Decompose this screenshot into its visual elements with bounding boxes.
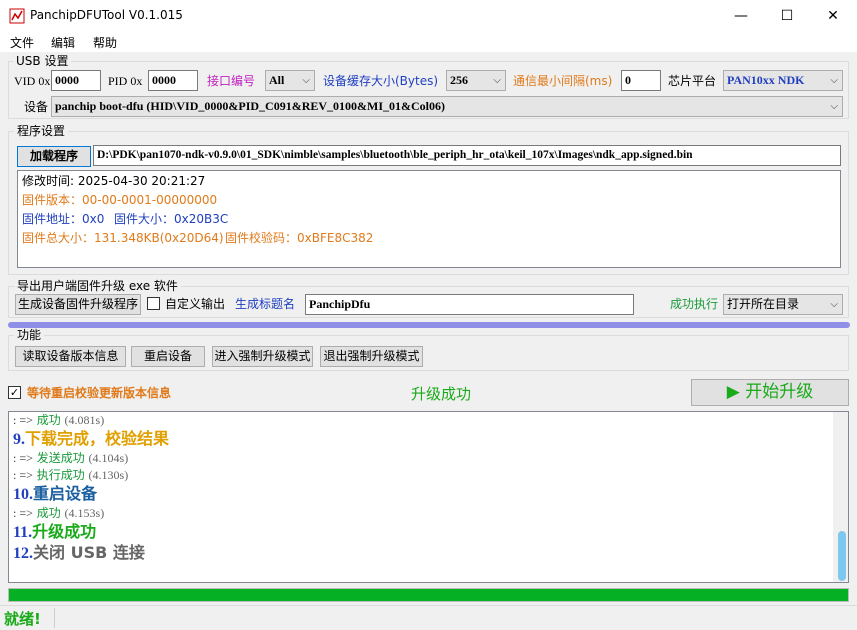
log-scrollbar[interactable]: [833, 412, 848, 582]
log-line: : => 执行成功 (4.130s): [13, 468, 129, 482]
log-line: : => 发送成功 (4.104s): [13, 451, 129, 465]
program-path-input[interactable]: D:\PDK\pan1070-ndk-v0.9.0\01_SDK\nimble\…: [93, 145, 841, 166]
chevron-down-icon: ⌵: [830, 75, 838, 86]
log-line: 9.下载完成，校验结果: [13, 429, 170, 448]
status-divider: [54, 608, 55, 628]
success-action-value: 打开所在目录: [727, 297, 800, 311]
status-text: 就绪!: [4, 610, 41, 628]
buffer-size-select[interactable]: 256 ⌵: [446, 70, 506, 91]
vid-input[interactable]: 0000: [51, 70, 101, 91]
log-line: 10.重启设备: [13, 484, 98, 503]
log-box: : => 成功 (4.081s) 9.下载完成，校验结果 : => 发送成功 (…: [8, 411, 849, 583]
chevron-down-icon: ⌵: [830, 299, 838, 310]
platform-select[interactable]: PAN10xx NDK ⌵: [723, 70, 843, 91]
window-title: PanchipDFUTool V0.1.015: [30, 8, 183, 22]
pid-input[interactable]: 0000: [148, 70, 198, 91]
custom-output-label: 自定义输出: [165, 297, 226, 311]
firmware-size: 固件大小：0x20B3C: [114, 212, 229, 226]
maximize-button[interactable]: ☐: [764, 0, 810, 32]
start-upgrade-button[interactable]: ▶ 开始升级: [691, 379, 849, 406]
platform-value: PAN10xx NDK: [727, 73, 805, 87]
buffer-size-label: 设备缓存大小(Bytes): [323, 74, 439, 88]
app-icon: [9, 8, 25, 24]
chevron-down-icon: ⌵: [830, 101, 838, 112]
wait-verify-label: 等待重启校验更新版本信息: [27, 386, 172, 400]
firmware-info-box: 修改时间: 2025-04-30 20:21:27 固件版本：00-00-000…: [17, 170, 841, 268]
log-scrollbar-thumb[interactable]: [838, 531, 846, 581]
port-select[interactable]: All ⌵: [265, 70, 315, 91]
functions-title: 功能: [14, 328, 45, 342]
restart-device-button[interactable]: 重启设备: [131, 346, 205, 367]
device-value: panchip boot-dfu (HID\VID_0000&PID_C091&…: [55, 99, 446, 113]
menu-edit[interactable]: 编辑: [51, 34, 75, 51]
firmware-checksum: 固件校验码：0xBFE8C382: [225, 231, 374, 245]
firmware-total-size: 固件总大小：131.348KB(0x20D64): [22, 231, 224, 245]
upgrade-progress-fill: [9, 589, 848, 601]
custom-output-checkbox[interactable]: [147, 297, 160, 310]
menu-bar: [0, 32, 857, 52]
menu-file[interactable]: 文件: [10, 34, 34, 51]
usb-settings-title: USB 设置: [13, 54, 72, 68]
menu-help[interactable]: 帮助: [93, 34, 117, 51]
export-progress-bar: [8, 322, 850, 328]
log-line: : => 成功 (4.081s): [13, 413, 105, 427]
platform-label: 芯片平台: [668, 74, 717, 88]
interval-input[interactable]: 0: [621, 70, 661, 91]
interval-label: 通信最小间隔(ms): [513, 74, 613, 88]
upgrade-status: 升级成功: [411, 385, 472, 403]
title-name-input[interactable]: PanchipDfu: [305, 294, 634, 315]
generate-upgrade-program-button[interactable]: 生成设备固件升级程序: [15, 294, 141, 315]
chevron-down-icon: ⌵: [302, 75, 310, 86]
pid-label: PID 0x: [108, 74, 143, 88]
success-action-select[interactable]: 打开所在目录 ⌵: [723, 294, 843, 315]
log-line: : => 成功 (4.153s): [13, 506, 105, 520]
chevron-down-icon: ⌵: [493, 75, 501, 86]
log-line: 11.升级成功: [13, 522, 97, 541]
exit-force-upgrade-button[interactable]: 退出强制升级模式: [320, 346, 423, 367]
device-select[interactable]: panchip boot-dfu (HID\VID_0000&PID_C091&…: [51, 96, 843, 117]
minimize-button[interactable]: —: [718, 0, 764, 32]
upgrade-progress-track: [8, 588, 849, 602]
read-version-button[interactable]: 读取设备版本信息: [15, 346, 126, 367]
program-settings-title: 程序设置: [14, 124, 69, 138]
firmware-address: 固件地址：0x0: [22, 212, 105, 226]
title-name-label: 生成标题名: [235, 297, 296, 311]
export-title: 导出用户端固件升级 exe 软件: [14, 279, 181, 293]
vid-label: VID 0x: [14, 74, 51, 88]
close-button[interactable]: ✕: [810, 0, 856, 32]
load-program-button[interactable]: 加载程序: [17, 146, 91, 167]
port-select-value: All: [269, 73, 285, 87]
buffer-size-value: 256: [450, 73, 468, 87]
firmware-version: 固件版本：00-00-0001-00000000: [22, 193, 218, 207]
status-bar: [0, 605, 857, 630]
modified-time: 修改时间: 2025-04-30 20:21:27: [22, 174, 206, 188]
log-line: 12.关闭 USB 连接: [13, 543, 145, 562]
device-label: 设备: [24, 100, 49, 114]
port-label: 接口编号: [207, 74, 256, 88]
success-action-label: 成功执行: [670, 297, 719, 311]
wait-verify-checkbox[interactable]: ✓: [8, 386, 21, 399]
enter-force-upgrade-button[interactable]: 进入强制升级模式: [212, 346, 313, 367]
